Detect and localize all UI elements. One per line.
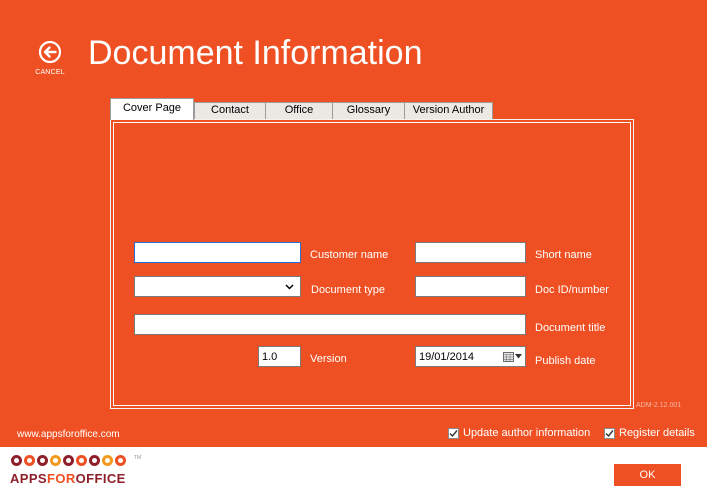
update-author-check-box[interactable] [448, 427, 459, 439]
logo-dots [11, 455, 142, 466]
logo-text: APPSFOROFFICE [10, 471, 142, 486]
checkmark-icon [605, 429, 614, 437]
register-details-label: Register details [619, 427, 695, 439]
logo-dot [63, 455, 74, 466]
document-title-label: Document title [535, 322, 606, 334]
calendar-dropdown[interactable] [503, 351, 522, 362]
logo-text-for: FOR [47, 471, 76, 486]
version-input[interactable] [258, 346, 301, 367]
cancel-label: CANCEL [35, 69, 65, 76]
doc-id-input[interactable] [415, 276, 526, 297]
ok-button[interactable]: OK [614, 464, 681, 486]
update-author-label: Update author information [463, 427, 591, 439]
logo-dot [11, 455, 22, 466]
version-label: Version [310, 353, 347, 365]
register-details-checkbox[interactable]: Register details [604, 427, 695, 439]
document-title-input[interactable] [134, 314, 526, 335]
main-panel: CANCEL Document Information Cover Page C… [0, 0, 707, 447]
calendar-icon [503, 352, 514, 362]
chevron-down-icon [285, 283, 294, 290]
publish-date-label: Publish date [535, 355, 596, 367]
document-type-label: Document type [311, 284, 385, 296]
short-name-label: Short name [535, 249, 592, 261]
logo-dot [102, 455, 113, 466]
apps-for-office-logo: TM APPSFOROFFICE [10, 455, 142, 489]
short-name-input[interactable] [415, 242, 526, 263]
customer-name-label: Customer name [310, 249, 389, 261]
tab-contact[interactable]: Contact [194, 102, 266, 119]
back-arrow-icon [38, 40, 62, 64]
logo-text-office: OFFICE [75, 471, 126, 486]
customer-name-input[interactable] [134, 242, 301, 263]
tab-glossary[interactable]: Glossary [332, 102, 405, 119]
publish-date-value: 19/01/2014 [419, 350, 475, 363]
doc-id-label: Doc ID/number [535, 284, 609, 296]
chevron-down-icon [515, 354, 522, 359]
tab-version-author[interactable]: Version Author [404, 102, 493, 119]
checkmark-icon [449, 429, 458, 437]
logo-dot [89, 455, 100, 466]
logo-dot [50, 455, 61, 466]
cancel-button[interactable]: CANCEL [30, 40, 70, 82]
page-title: Document Information [88, 34, 423, 72]
update-author-checkbox[interactable]: Update author information [448, 427, 590, 439]
logo-text-apps: APPS [10, 471, 48, 486]
logo-dot [115, 455, 126, 466]
tab-office[interactable]: Office [265, 102, 333, 119]
website-link[interactable]: www.appsforoffice.com [17, 429, 120, 440]
build-version: ADM-2.12.001 [636, 402, 682, 409]
tab-cover-page[interactable]: Cover Page [110, 98, 194, 120]
publish-date-picker[interactable]: 19/01/2014 [415, 346, 526, 367]
document-type-select[interactable] [134, 276, 301, 297]
logo-trademark: TM [134, 455, 142, 461]
logo-dot [24, 455, 35, 466]
logo-dot [76, 455, 87, 466]
register-details-check-box[interactable] [604, 427, 615, 439]
logo-dot [37, 455, 48, 466]
